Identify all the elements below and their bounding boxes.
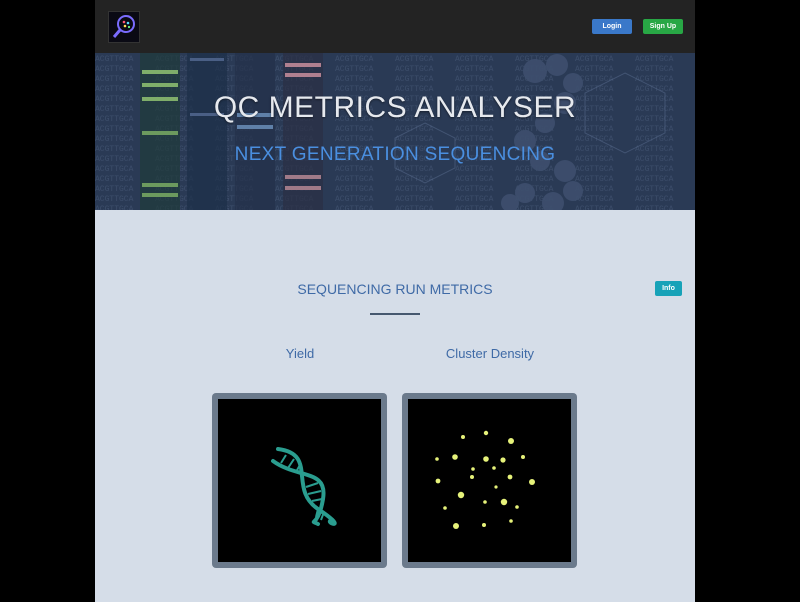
- cluster-dots-icon: [435, 430, 535, 529]
- magnifier-logo-icon[interactable]: [108, 11, 140, 43]
- cluster-density-label: Cluster Density: [445, 346, 535, 361]
- yield-label: Yield: [285, 346, 315, 361]
- navbar: Login Sign Up: [95, 0, 695, 53]
- page: Login Sign Up ACGTTGCA: [95, 0, 695, 602]
- info-button[interactable]: Info: [655, 281, 682, 296]
- section-title: SEQUENCING RUN METRICS: [297, 281, 493, 297]
- section-divider: [370, 313, 420, 315]
- cluster-density-card[interactable]: [402, 393, 577, 568]
- hero-subtitle: NEXT GENERATION SEQUENCING: [234, 144, 556, 165]
- hero-background-image: ACGTTGCA: [95, 53, 695, 210]
- yield-card[interactable]: [212, 393, 387, 568]
- signup-button[interactable]: Sign Up: [643, 19, 683, 34]
- hero-banner: ACGTTGCA: [95, 53, 695, 210]
- dna-helix-icon: [271, 447, 337, 526]
- login-button[interactable]: Login: [592, 19, 632, 34]
- hero-title: QC METRICS ANALYSER: [213, 91, 577, 124]
